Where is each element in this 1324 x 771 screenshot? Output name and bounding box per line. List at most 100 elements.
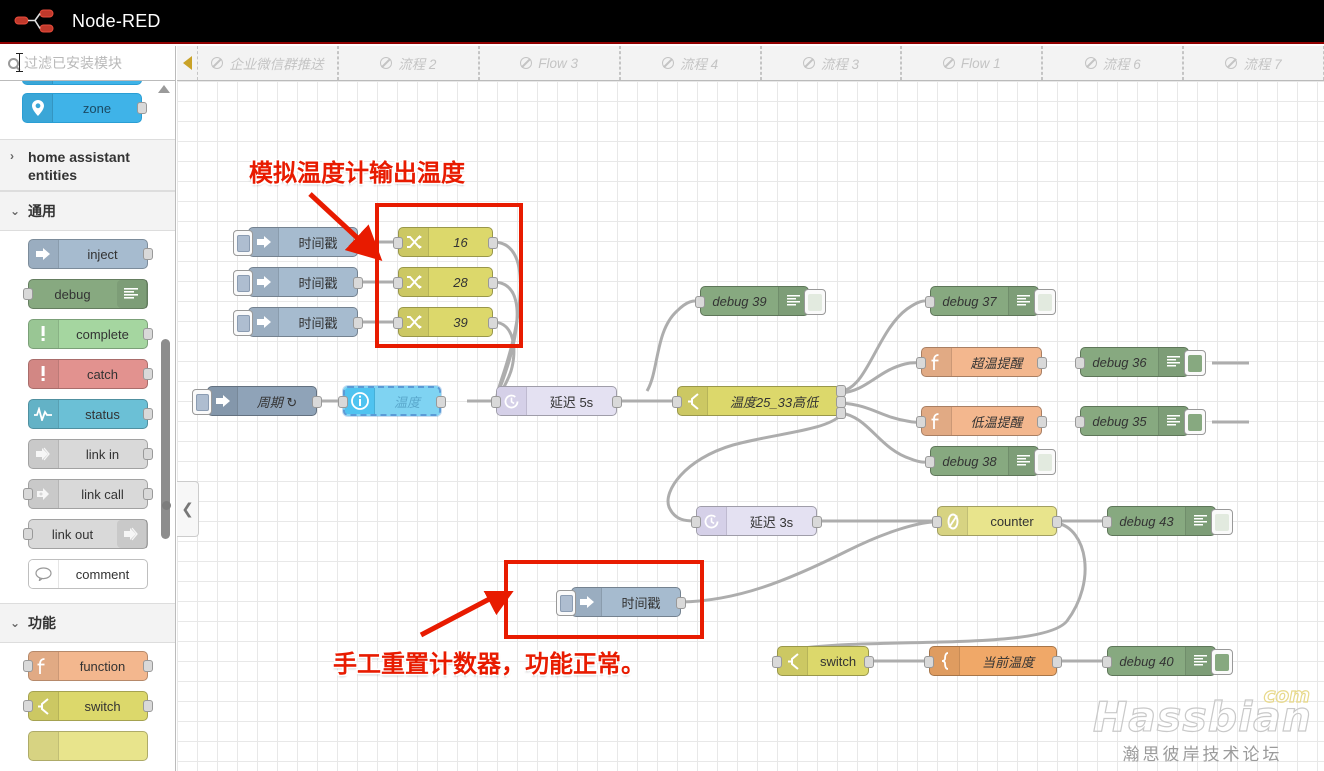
flow-tab-1[interactable]: 流程 2 <box>337 46 479 80</box>
node-output-port[interactable] <box>142 368 153 380</box>
node-output-port[interactable] <box>488 277 498 289</box>
flow-node-inject-3[interactable]: 时间戳 <box>233 307 363 337</box>
flow-node-counter[interactable]: counter <box>932 506 1062 536</box>
inject-trigger-button[interactable] <box>233 230 253 256</box>
flow-node-inject-reset[interactable]: 时间戳 <box>556 587 686 617</box>
node-output-port[interactable] <box>353 277 363 289</box>
node-output-port[interactable] <box>142 248 153 260</box>
palette-node-zone-above[interactable] <box>22 81 142 85</box>
node-input-port[interactable] <box>916 357 926 369</box>
node-input-port[interactable] <box>338 396 348 408</box>
node-input-port[interactable] <box>924 656 934 668</box>
flow-node-debug-39[interactable]: debug 39 <box>695 286 826 316</box>
node-output-port[interactable] <box>1052 516 1062 528</box>
node-output-port[interactable] <box>142 408 153 420</box>
node-output-port[interactable] <box>612 396 622 408</box>
flow-node-debug-35[interactable]: debug 35 <box>1075 406 1206 436</box>
node-input-port[interactable] <box>22 700 33 712</box>
flow-tab-0[interactable]: 企业微信群推送 <box>197 46 338 80</box>
node-output-port[interactable] <box>676 597 686 609</box>
palette-node-switch[interactable]: switch <box>22 691 153 721</box>
node-output-port[interactable] <box>312 396 322 408</box>
flow-node-inject-cycle[interactable]: 周期 ↻ <box>192 386 322 416</box>
node-output-port[interactable] <box>142 660 153 672</box>
palette-node-status[interactable]: status <box>27 399 153 429</box>
flow-node-debug-36[interactable]: debug 36 <box>1075 347 1206 377</box>
debug-toggle-button[interactable] <box>1184 409 1206 435</box>
node-input-port[interactable] <box>22 288 33 300</box>
node-input-port[interactable] <box>691 516 701 528</box>
tabbar-scroll-left-button[interactable] <box>177 46 197 80</box>
node-input-port[interactable] <box>695 296 705 308</box>
flow-tab-4[interactable]: 流程 3 <box>760 46 902 80</box>
node-output-port[interactable] <box>1052 656 1062 668</box>
node-input-port[interactable] <box>393 277 403 289</box>
flow-node-delay-5s[interactable]: 延迟 5s <box>491 386 622 416</box>
flow-node-inject-2[interactable]: 时间戳 <box>233 267 363 297</box>
flow-node-debug-37[interactable]: debug 37 <box>925 286 1056 316</box>
palette-node-link-call[interactable]: link call <box>22 479 153 509</box>
debug-toggle-button[interactable] <box>1211 649 1233 675</box>
node-output-port[interactable] <box>488 237 498 249</box>
palette-collapse-handle[interactable]: ❮ <box>177 481 199 537</box>
node-output-port[interactable] <box>142 488 153 500</box>
node-input-port[interactable] <box>491 396 501 408</box>
palette-category-general[interactable]: ⌄ 通用 <box>0 191 175 231</box>
palette-node-complete[interactable]: complete <box>27 319 153 349</box>
flow-node-temperature[interactable]: 温度 <box>338 386 446 416</box>
palette-node-zone[interactable]: zone <box>22 93 147 123</box>
debug-toggle-button[interactable] <box>1211 509 1233 535</box>
palette-category-home-assistant-entities[interactable]: › home assistant entities <box>0 139 175 191</box>
flow-tab-6[interactable]: 流程 6 <box>1042 46 1184 80</box>
palette-node-link-in[interactable]: link in <box>27 439 153 469</box>
node-input-port[interactable] <box>932 516 942 528</box>
flow-node-debug-40[interactable]: debug 40 <box>1102 646 1233 676</box>
node-output-port[interactable] <box>142 700 153 712</box>
flow-tab-5[interactable]: Flow 1 <box>901 46 1043 80</box>
flow-node-template-current-temp[interactable]: 当前温度 <box>924 646 1062 676</box>
node-input-port[interactable] <box>772 656 782 668</box>
node-input-port[interactable] <box>22 488 33 500</box>
flow-node-switch-temp-range[interactable]: 温度25_33高低 <box>672 385 846 419</box>
flow-node-delay-3s[interactable]: 延迟 3s <box>691 506 822 536</box>
flow-node-function-overtemp[interactable]: 超温提醒 <box>916 347 1047 377</box>
palette-sidebar[interactable]: zone › home assistant entities ⌄ 通用 inje… <box>0 81 176 771</box>
node-output-port[interactable] <box>353 317 363 329</box>
flow-canvas[interactable]: 模拟温度计输出温度 手工重置计数器，功能正常。 时间戳 时间戳 时间戳 16 2… <box>177 81 1324 771</box>
palette-node-comment[interactable]: comment <box>27 559 148 589</box>
inject-trigger-button[interactable] <box>556 590 576 616</box>
node-output-port[interactable] <box>137 102 147 114</box>
inject-trigger-button[interactable] <box>192 389 212 415</box>
node-output-port[interactable] <box>436 396 446 408</box>
node-input-port[interactable] <box>393 317 403 329</box>
node-input-port[interactable] <box>916 416 926 428</box>
node-output-port[interactable] <box>812 516 822 528</box>
flow-node-random-39[interactable]: 39 <box>393 307 498 337</box>
node-input-port[interactable] <box>925 456 935 468</box>
node-output-port[interactable] <box>1037 357 1047 369</box>
flow-node-switch[interactable]: switch <box>772 646 874 676</box>
palette-scroll-up-arrow[interactable] <box>158 85 170 93</box>
palette-node-debug[interactable]: debug <box>22 279 148 309</box>
flow-node-debug-43[interactable]: debug 43 <box>1102 506 1233 536</box>
node-input-port[interactable] <box>925 296 935 308</box>
palette-node-partial-bottom[interactable] <box>27 731 148 761</box>
debug-toggle-button[interactable] <box>1034 289 1056 315</box>
flow-node-random-28[interactable]: 28 <box>393 267 498 297</box>
palette-node-function[interactable]: function <box>22 651 153 681</box>
flow-node-debug-38[interactable]: debug 38 <box>925 446 1056 476</box>
inject-trigger-button[interactable] <box>233 270 253 296</box>
flow-tab-2[interactable]: Flow 3 <box>478 46 620 80</box>
node-output-port[interactable] <box>488 317 498 329</box>
node-input-port[interactable] <box>1102 656 1112 668</box>
debug-toggle-button[interactable] <box>1184 350 1206 376</box>
flow-tab-3[interactable]: 流程 4 <box>619 46 761 80</box>
node-input-port[interactable] <box>1102 516 1112 528</box>
node-input-port[interactable] <box>672 396 682 408</box>
node-input-port[interactable] <box>22 528 33 540</box>
palette-category-function[interactable]: ⌄ 功能 <box>0 603 175 643</box>
flow-tab-7[interactable]: 流程 7 <box>1183 46 1324 80</box>
node-input-port[interactable] <box>22 660 33 672</box>
node-input-port[interactable] <box>1075 416 1085 428</box>
node-output-port[interactable] <box>1037 416 1047 428</box>
